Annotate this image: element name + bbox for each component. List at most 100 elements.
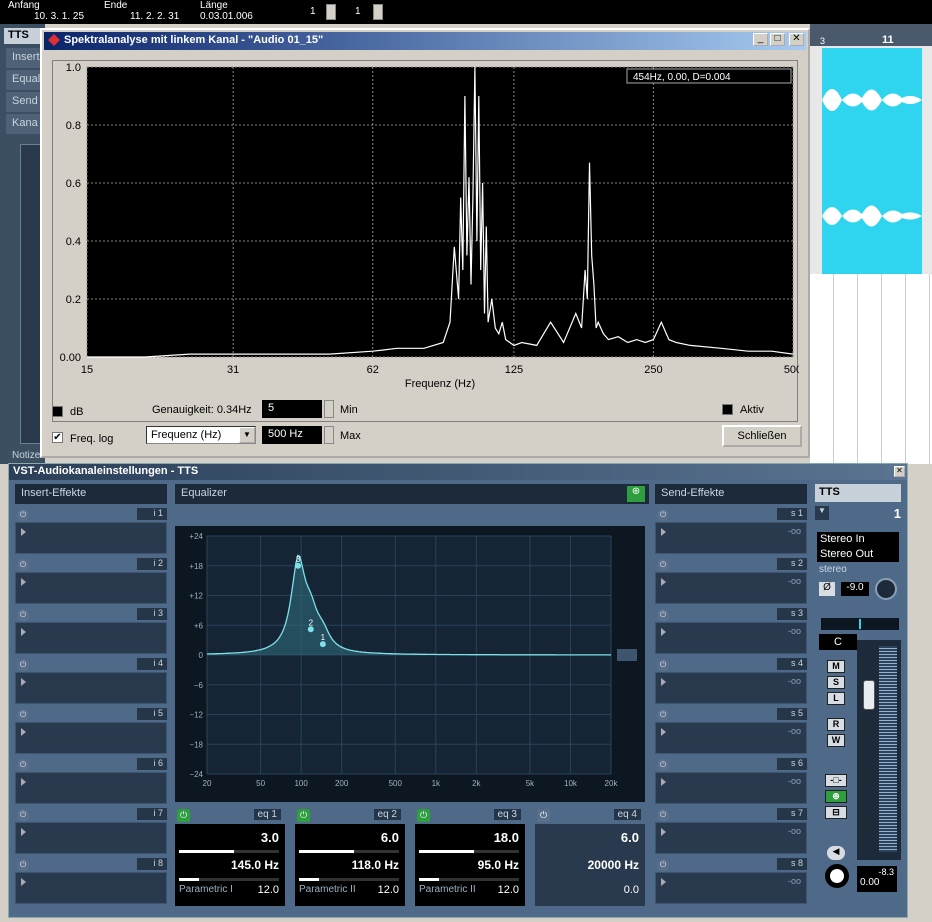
eq-type[interactable]: Parametric II xyxy=(299,884,356,895)
insert-bypass-icon[interactable]: -□- xyxy=(825,774,847,787)
power-icon[interactable]: ⏻ xyxy=(17,759,29,771)
output-routing[interactable]: Stereo Out xyxy=(817,547,899,562)
send-slot-box[interactable] xyxy=(655,622,807,654)
speaker-icon[interactable]: ◀ xyxy=(827,846,845,860)
insert-slot[interactable]: ⏻ i 3 xyxy=(15,608,167,656)
send-slot-box[interactable] xyxy=(655,772,807,804)
gain-bar[interactable] xyxy=(419,850,519,853)
solo-button[interactable]: S xyxy=(827,676,845,689)
eq-q-value[interactable]: 0.0 xyxy=(624,884,639,896)
aktiv-checkbox[interactable] xyxy=(722,404,733,415)
band-power-icon[interactable]: ⏻ xyxy=(417,809,430,822)
send-slot-box[interactable] xyxy=(655,722,807,754)
spectrum-title-bar[interactable]: Spektralanalyse mit linkem Kanal - "Audi… xyxy=(44,32,806,50)
input-gain[interactable]: -9.0 xyxy=(841,582,869,596)
send-slot[interactable]: ⏻ s 3 -oo xyxy=(655,608,807,656)
eq-band-body[interactable]: 18.0 95.0 Hz Parametric II 12.0 xyxy=(415,824,525,906)
channel-name[interactable]: TTS xyxy=(815,484,901,502)
eq-active-icon[interactable]: ⊕ xyxy=(825,790,847,803)
power-icon[interactable]: ⏻ xyxy=(657,859,669,871)
eq-freq-value[interactable]: 145.0 Hz xyxy=(231,858,279,872)
eq-q-value[interactable]: 12.0 xyxy=(378,884,399,896)
send-slot-box[interactable] xyxy=(655,572,807,604)
eq-band-body[interactable]: 6.0 118.0 Hz Parametric II 12.0 xyxy=(295,824,405,906)
mode-select[interactable]: Frequenz (Hz) ▼ xyxy=(146,426,256,444)
eq-q-value[interactable]: 12.0 xyxy=(498,884,519,896)
power-icon[interactable]: ⏻ xyxy=(17,609,29,621)
write-button[interactable]: W xyxy=(827,734,845,747)
eq-freq-value[interactable]: 20000 Hz xyxy=(588,858,639,872)
power-icon[interactable]: ⏻ xyxy=(657,509,669,521)
power-icon[interactable]: ⏻ xyxy=(657,709,669,721)
insert-slot-box[interactable] xyxy=(15,622,167,654)
chevron-down-icon[interactable]: ▼ xyxy=(239,427,255,443)
send-slot-box[interactable] xyxy=(655,522,807,554)
send-slot[interactable]: ⏻ s 6 -oo xyxy=(655,758,807,806)
pan-slider[interactable] xyxy=(821,618,899,630)
insert-slot[interactable]: ⏻ i 5 xyxy=(15,708,167,756)
eq-type[interactable]: Parametric II xyxy=(419,884,476,895)
laenge-value[interactable]: 0.03.01.006 xyxy=(200,11,253,22)
band-power-icon[interactable]: ⏻ xyxy=(177,809,190,822)
channel-menu-icon[interactable]: ▼ xyxy=(815,506,829,520)
eq-band-body[interactable]: 6.0 20000 Hz 0.0 xyxy=(535,824,645,906)
insert-slot[interactable]: ⏻ i 8 xyxy=(15,858,167,906)
eq-band-body[interactable]: 3.0 145.0 Hz Parametric I 12.0 xyxy=(175,824,285,906)
power-icon[interactable]: ⏻ xyxy=(657,609,669,621)
read-button[interactable]: R xyxy=(827,718,845,731)
send-slot[interactable]: ⏻ s 7 -oo xyxy=(655,808,807,856)
numerator-spinner[interactable] xyxy=(326,4,336,20)
power-icon[interactable]: ⏻ xyxy=(17,509,29,521)
eq-bypass-icon[interactable]: ⊕ xyxy=(627,486,645,502)
send-slot[interactable]: ⏻ s 2 -oo xyxy=(655,558,807,606)
gain-knob[interactable] xyxy=(875,578,897,600)
eq-curve-display[interactable]: +24 +18 +12 +6 0 −6 −12 −18 −24 20 50 100 200 500 1k 2k… xyxy=(175,526,645,802)
inspector-insert[interactable]: Insert xyxy=(6,48,44,68)
max-field[interactable]: 500 Hz xyxy=(262,426,322,444)
insert-slot-box[interactable] xyxy=(15,722,167,754)
record-icon[interactable] xyxy=(825,864,849,888)
min-spinner[interactable] xyxy=(324,400,334,418)
eq-gain-value[interactable]: 3.0 xyxy=(261,830,279,845)
listen-button[interactable]: L xyxy=(827,692,845,705)
send-slot[interactable]: ⏻ s 1 -oo xyxy=(655,508,807,556)
ruler[interactable]: 3 11 xyxy=(810,24,932,46)
inspector-sends[interactable]: Send xyxy=(6,92,44,112)
eq-freq-value[interactable]: 118.0 Hz xyxy=(352,858,399,872)
freq-bar[interactable] xyxy=(419,878,519,881)
insert-slot-box[interactable] xyxy=(15,672,167,704)
band-power-icon[interactable]: ⏻ xyxy=(297,809,310,822)
insert-slot-box[interactable] xyxy=(15,822,167,854)
phase-icon[interactable]: Ø xyxy=(819,582,835,596)
eq-gain-value[interactable]: 18.0 xyxy=(494,830,519,845)
insert-slot[interactable]: ⏻ i 4 xyxy=(15,658,167,706)
power-icon[interactable]: ⏻ xyxy=(657,659,669,671)
freqlog-checkbox[interactable]: ✔ xyxy=(52,432,63,443)
gain-bar[interactable] xyxy=(299,850,399,853)
send-slot[interactable]: ⏻ s 8 -oo xyxy=(655,858,807,906)
insert-slot[interactable]: ⏻ i 2 xyxy=(15,558,167,606)
eq-freq-value[interactable]: 95.0 Hz xyxy=(478,858,519,872)
insert-slot[interactable]: ⏻ i 7 xyxy=(15,808,167,856)
power-icon[interactable]: ⏻ xyxy=(17,859,29,871)
audio-event[interactable] xyxy=(822,48,922,274)
max-spinner[interactable] xyxy=(324,426,334,444)
eq-q-value[interactable]: 12.0 xyxy=(258,884,279,896)
freq-bar[interactable] xyxy=(299,878,399,881)
insert-slot-box[interactable] xyxy=(15,872,167,904)
denominator-value[interactable]: 1 xyxy=(355,6,361,17)
power-icon[interactable]: ⏻ xyxy=(657,759,669,771)
close-button[interactable]: Schließen xyxy=(722,425,802,447)
maximize-button[interactable]: □ xyxy=(770,33,785,46)
inspector-equalizer[interactable]: Equal xyxy=(6,70,44,90)
minimize-button[interactable]: _ xyxy=(753,33,768,46)
min-field[interactable]: 5 xyxy=(262,400,322,418)
inspector-channel[interactable]: Kana xyxy=(6,114,44,134)
input-routing[interactable]: Stereo In xyxy=(817,532,899,547)
power-icon[interactable]: ⏻ xyxy=(17,559,29,571)
close-window-button[interactable]: ✕ xyxy=(789,33,804,46)
mute-button[interactable]: M xyxy=(827,660,845,673)
fader-track[interactable] xyxy=(857,640,901,860)
power-icon[interactable]: ⏻ xyxy=(17,659,29,671)
insert-slot[interactable]: ⏻ i 6 xyxy=(15,758,167,806)
